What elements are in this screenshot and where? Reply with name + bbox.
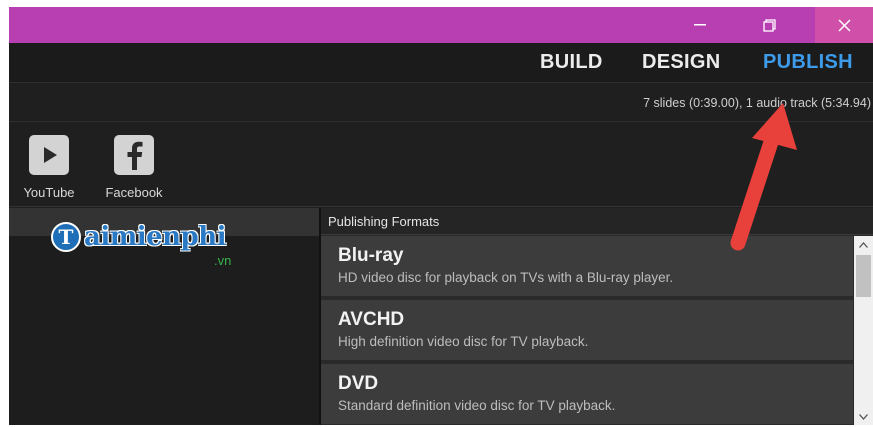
format-item-dvd[interactable]: DVD Standard definition video disc for T… xyxy=(321,364,853,425)
title-bar xyxy=(9,7,873,43)
share-youtube-label: YouTube xyxy=(23,185,75,200)
watermark-logo: T aimienphi .vn xyxy=(51,220,251,272)
maximize-icon xyxy=(762,18,776,32)
publishing-formats-panel: Publishing Formats Blu-ray HD video disc… xyxy=(321,208,873,425)
watermark-logo-text: aimienphi xyxy=(84,222,227,252)
format-list: Blu-ray HD video disc for playback on TV… xyxy=(321,236,853,425)
youtube-icon xyxy=(29,135,69,175)
share-facebook[interactable]: Facebook xyxy=(98,135,170,200)
close-icon xyxy=(837,18,851,32)
tab-build[interactable]: BUILD xyxy=(540,51,603,74)
chevron-up-icon xyxy=(859,241,868,248)
share-youtube[interactable]: YouTube xyxy=(13,135,85,200)
sidebar-panel: T aimienphi .vn xyxy=(9,208,319,425)
format-name: AVCHD xyxy=(338,309,405,330)
main-nav: BUILD DESIGN PUBLISH xyxy=(9,43,873,83)
watermark-logo-mark: T xyxy=(51,222,81,252)
scroll-down-button[interactable] xyxy=(854,408,873,425)
formats-header: Publishing Formats xyxy=(321,208,873,235)
share-facebook-label: Facebook xyxy=(105,185,163,200)
minimize-icon xyxy=(694,24,706,26)
scroll-up-button[interactable] xyxy=(854,236,873,253)
close-button[interactable] xyxy=(815,7,873,43)
tab-publish[interactable]: PUBLISH xyxy=(763,51,853,74)
app-window: BUILD DESIGN PUBLISH 7 slides (0:39.00),… xyxy=(9,7,873,425)
format-description: High definition video disc for TV playba… xyxy=(338,334,589,349)
formats-title: Publishing Formats xyxy=(328,214,440,229)
format-description: HD video disc for playback on TVs with a… xyxy=(338,270,674,285)
project-info-bar: 7 slides (0:39.00), 1 audio track (5:34.… xyxy=(9,84,873,122)
watermark-logo-suffix: .vn xyxy=(214,253,232,268)
format-list-scrollbar[interactable] xyxy=(854,236,873,425)
format-item-avchd[interactable]: AVCHD High definition video disc for TV … xyxy=(321,300,853,362)
scroll-thumb[interactable] xyxy=(856,255,871,297)
format-name: DVD xyxy=(338,373,379,394)
chevron-down-icon xyxy=(859,413,868,420)
project-summary: 7 slides (0:39.00), 1 audio track (5:34.… xyxy=(643,96,871,110)
share-targets: YouTube Facebook xyxy=(9,123,873,207)
tab-design[interactable]: DESIGN xyxy=(642,51,720,74)
minimize-button[interactable] xyxy=(677,7,723,43)
format-name: Blu-ray xyxy=(338,245,404,266)
facebook-icon xyxy=(114,135,154,175)
format-item-bluray[interactable]: Blu-ray HD video disc for playback on TV… xyxy=(321,236,853,298)
maximize-button[interactable] xyxy=(746,7,792,43)
format-description: Standard definition video disc for TV pl… xyxy=(338,398,616,413)
